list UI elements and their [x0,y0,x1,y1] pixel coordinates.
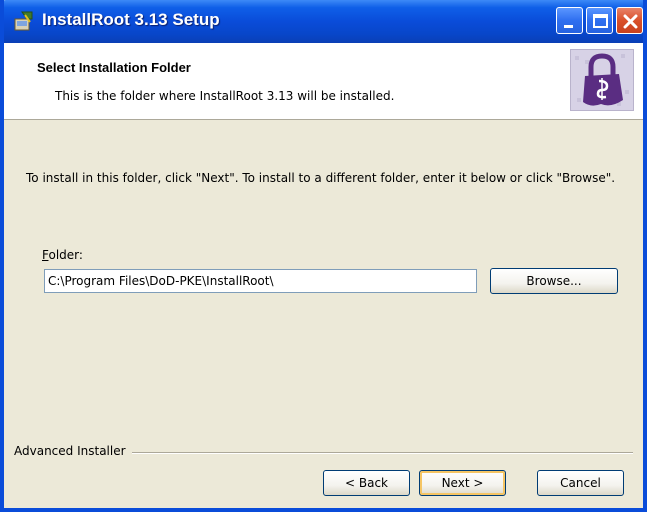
cancel-button[interactable]: Cancel [537,470,624,496]
folder-path-input[interactable] [44,269,477,293]
browse-button[interactable]: Browse... [490,268,618,294]
installer-window: InstallRoot 3.13 Setup Select Installati… [0,0,647,512]
maximize-button[interactable] [586,7,613,34]
close-button[interactable] [616,7,643,34]
page-title: Select Installation Folder [37,60,191,75]
padlock-logo [570,49,634,111]
next-button[interactable]: Next > [419,470,506,496]
title-bar[interactable]: InstallRoot 3.13 Setup [4,0,643,43]
back-button[interactable]: < Back [323,470,410,496]
header-band: Select Installation Folder This is the f… [4,43,643,120]
maximize-icon [593,14,608,28]
padlock-icon [575,53,629,106]
folder-label-text: older: [48,248,83,262]
minimize-button[interactable] [556,7,583,34]
footer-brand: Advanced Installer [14,444,132,458]
instruction-text: To install in this folder, click "Next".… [26,171,616,185]
close-icon [623,14,638,29]
installer-icon [14,11,33,31]
folder-label: Folder: [42,248,83,262]
window-title: InstallRoot 3.13 Setup [42,10,220,29]
minimize-icon [564,25,573,28]
page-subtitle: This is the folder where InstallRoot 3.1… [55,89,395,103]
